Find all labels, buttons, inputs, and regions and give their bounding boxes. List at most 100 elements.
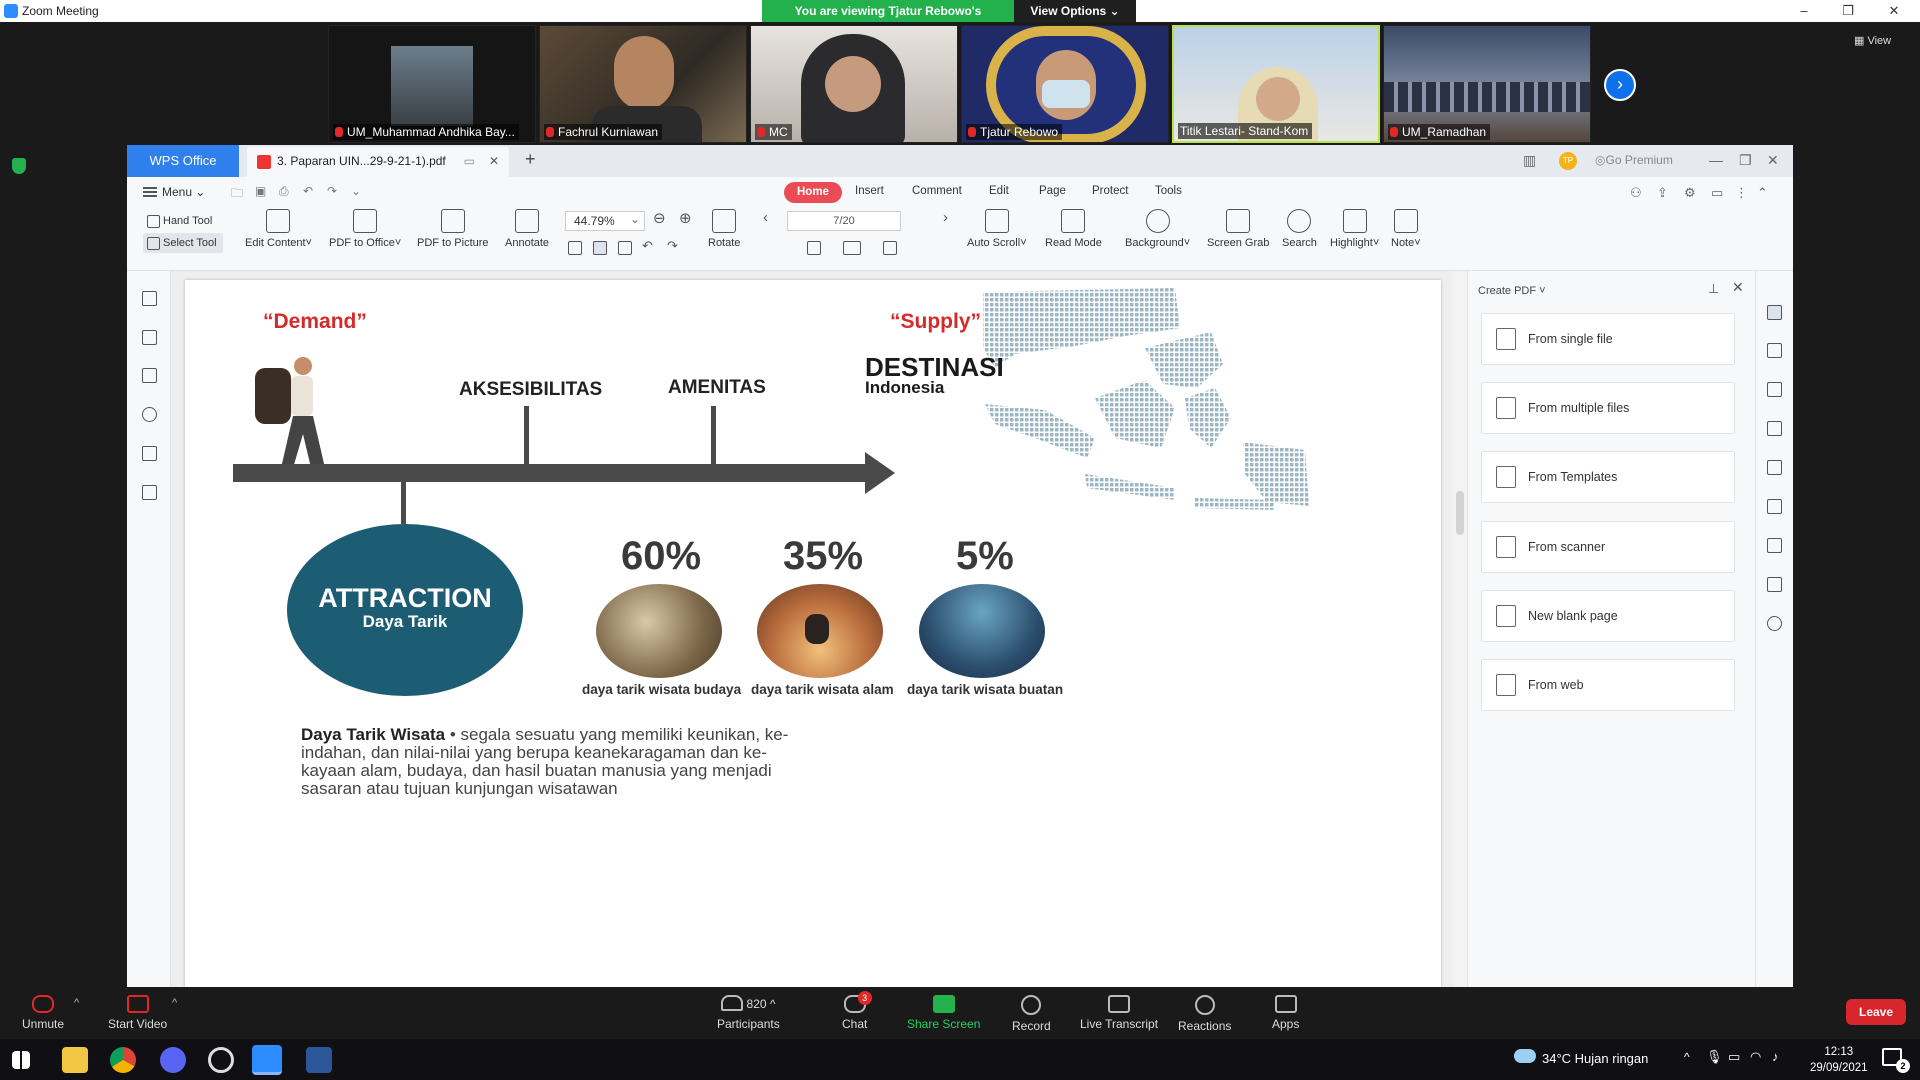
live-transcript-button[interactable]: Live Transcript (1080, 995, 1158, 1031)
taskbar-clock[interactable]: 12:13 29/09/2021 (1810, 1044, 1868, 1076)
rotate-right-icon[interactable]: ↷ (667, 238, 678, 254)
find-replace-icon[interactable] (142, 485, 157, 500)
read-mode-button[interactable]: Read Mode (1045, 209, 1102, 249)
video-tile[interactable]: UM_Ramadhan (1383, 25, 1591, 143)
hand-tool-button[interactable]: Hand Tool (143, 211, 212, 231)
close-icon[interactable]: ✕ (1886, 3, 1902, 19)
from-single-file-button[interactable]: From single file (1481, 313, 1735, 365)
thumbnail-icon[interactable] (142, 330, 157, 345)
auto-scroll-button[interactable]: Auto Scroll˅ (967, 209, 1027, 249)
continuous-icon[interactable] (883, 241, 897, 255)
from-templates-button[interactable]: From Templates (1481, 451, 1735, 503)
close-panel-icon[interactable]: ✕ (1732, 279, 1744, 296)
restore-icon[interactable]: ❐ (1739, 152, 1752, 169)
tab-edit[interactable]: Edit (989, 185, 1009, 197)
sign-icon[interactable] (1767, 460, 1782, 475)
document-tab[interactable]: 3. Paparan UIN...29-9-21-1).pdf ▭ ✕ (247, 147, 509, 177)
rotate-left-icon[interactable]: ↶ (642, 238, 653, 254)
wifi-icon[interactable]: ◠ (1750, 1049, 1761, 1065)
chat-button[interactable]: 3 Chat (842, 991, 872, 1031)
discord-icon[interactable] (160, 1047, 186, 1073)
compress-icon[interactable] (1767, 577, 1782, 592)
convert-icon[interactable] (1767, 382, 1782, 397)
two-page-icon[interactable] (843, 241, 861, 255)
split-merge-icon[interactable] (1767, 499, 1782, 514)
page-number-field[interactable]: 7/20 (787, 211, 901, 231)
start-video-button[interactable]: Start Video (108, 995, 167, 1031)
more-icon[interactable]: ⋮ (1735, 185, 1751, 201)
user-avatar[interactable]: TP (1559, 152, 1577, 170)
tab-insert[interactable]: Insert (855, 185, 884, 197)
wps-office-tab[interactable]: WPS Office (127, 145, 239, 177)
minimize-icon[interactable]: — (1709, 152, 1723, 168)
fit-width-icon[interactable] (618, 241, 632, 255)
video-tile[interactable]: Fachrul Kurniawan (539, 25, 747, 143)
print-icon[interactable]: ⎙ (279, 184, 295, 198)
note-button[interactable]: Note˅ (1391, 209, 1421, 249)
zoom-in-icon[interactable]: ⊕ (679, 209, 692, 227)
previous-page-icon[interactable]: ‹ (763, 209, 768, 226)
security-shield-icon[interactable] (12, 158, 26, 174)
video-options-chevron-icon[interactable]: ^ (172, 997, 177, 1009)
view-button[interactable]: ▦ View (1854, 34, 1891, 47)
pdf-to-picture-button[interactable]: PDF to Picture (417, 209, 489, 249)
volume-icon[interactable]: ♪ (1772, 1049, 1779, 1064)
tab-protect[interactable]: Protect (1092, 185, 1128, 197)
actual-size-icon[interactable] (568, 241, 582, 255)
save-icon[interactable]: ▣ (255, 184, 271, 198)
share-screen-button[interactable]: Share Screen (907, 995, 980, 1031)
background-button[interactable]: Background˅ (1125, 209, 1190, 249)
weather-text[interactable]: 34°C Hujan ringan (1542, 1051, 1648, 1066)
from-multiple-files-button[interactable]: From multiple files (1481, 382, 1735, 434)
tab-page[interactable]: Page (1039, 185, 1066, 197)
pin-icon[interactable]: ⊥ (1708, 281, 1719, 297)
close-tab-icon[interactable]: ✕ (489, 147, 499, 175)
video-tile[interactable]: MC (750, 25, 958, 143)
menu-button[interactable]: Menu ⌄ (143, 185, 205, 199)
zoom-taskbar-icon[interactable] (252, 1045, 282, 1075)
open-folder-icon[interactable]: 🗀 (231, 184, 247, 200)
attachment-icon[interactable] (142, 407, 157, 422)
tab-window-icon[interactable]: ▭ (464, 147, 475, 175)
from-scanner-button[interactable]: From scanner (1481, 521, 1735, 573)
comment-panel-icon[interactable] (142, 368, 157, 383)
edit-pdf-icon[interactable] (1767, 343, 1782, 358)
audio-options-chevron-icon[interactable]: ^ (74, 997, 79, 1009)
layout-icon[interactable]: ▥ (1523, 152, 1536, 169)
word-icon[interactable] (306, 1047, 332, 1073)
zoom-out-icon[interactable]: ⊖ (653, 209, 666, 227)
next-page-icon[interactable]: › (943, 209, 948, 226)
share-user-icon[interactable]: ⚇ (1630, 185, 1646, 201)
new-tab-icon[interactable]: + (525, 149, 536, 170)
video-tile[interactable]: Tjatur Rebowo (961, 25, 1169, 143)
video-tile-active-speaker[interactable]: Titik Lestari- Stand-Kom (1172, 25, 1380, 143)
windows-start-icon[interactable] (12, 1051, 30, 1069)
single-page-icon[interactable] (807, 241, 821, 255)
print-icon[interactable] (1767, 538, 1782, 553)
pdf-to-office-button[interactable]: PDF to Office˅ (329, 209, 401, 249)
reactions-button[interactable]: Reactions (1178, 995, 1231, 1033)
undo-icon[interactable]: ↶ (303, 184, 319, 198)
battery-icon[interactable]: ▭ (1728, 1049, 1740, 1065)
go-premium-button[interactable]: ◎Go Premium (1595, 153, 1673, 167)
participants-button[interactable]: 820 ^ Participants (717, 995, 780, 1031)
from-web-button[interactable]: From web (1481, 659, 1735, 711)
screen-grab-button[interactable]: Screen Grab (1207, 209, 1269, 249)
scrollbar-thumb[interactable] (1456, 491, 1464, 535)
zoom-level-field[interactable]: 44.79% (565, 210, 645, 231)
file-explorer-icon[interactable] (62, 1047, 88, 1073)
settings-icon[interactable]: ⚙ (1684, 185, 1700, 201)
form-icon[interactable] (1767, 421, 1782, 436)
apps-button[interactable]: Apps (1272, 995, 1299, 1031)
leave-button[interactable]: Leave (1846, 999, 1906, 1025)
annotate-button[interactable]: Annotate (505, 209, 549, 249)
video-tile[interactable]: UM_Muhammad Andhika Bay... (328, 25, 536, 143)
collapse-ribbon-icon[interactable]: ⌃ (1757, 185, 1773, 201)
comment-icon[interactable]: ▭ (1711, 185, 1727, 201)
tab-home[interactable]: Home (784, 182, 842, 203)
select-tool-button[interactable]: Select Tool (143, 233, 223, 253)
fit-page-icon[interactable] (593, 241, 607, 255)
tab-comment[interactable]: Comment (912, 185, 962, 197)
create-pdf-icon[interactable] (1767, 305, 1782, 320)
show-hidden-icons-icon[interactable]: ^ (1684, 1050, 1690, 1064)
